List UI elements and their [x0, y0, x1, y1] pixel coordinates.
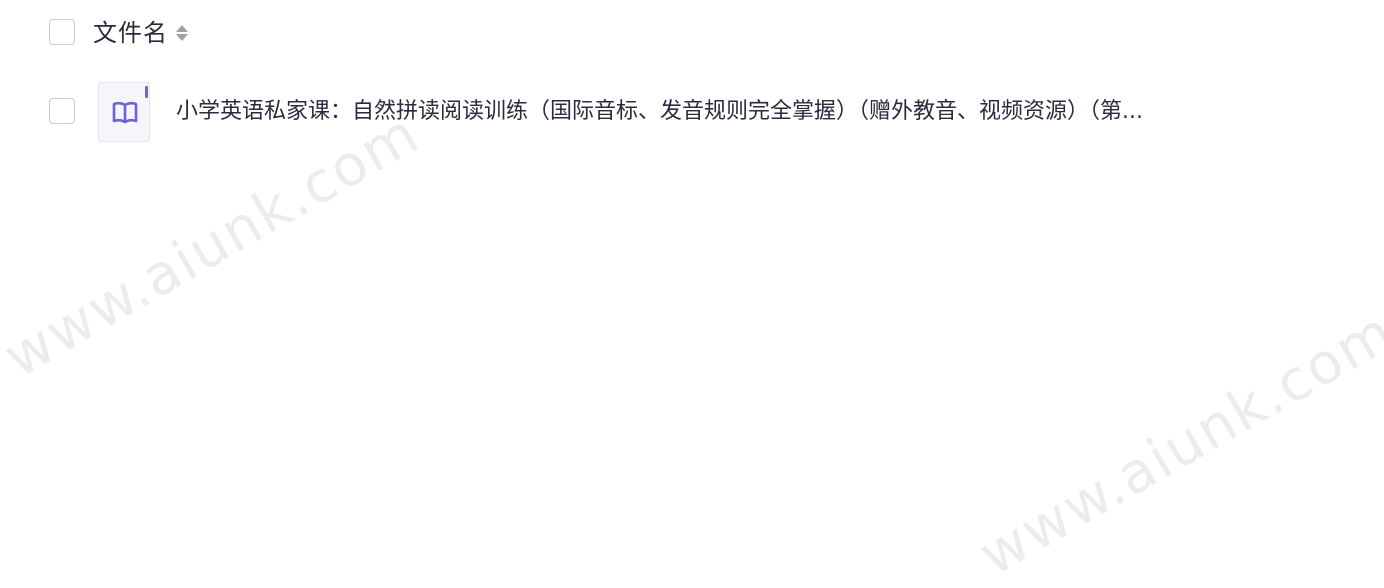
file-name-link[interactable]: 小学英语私家课：自然拼读阅读训练（国际音标、发音规则完全掌握）（赠外教音、视频资… — [176, 96, 1143, 128]
book-icon — [112, 101, 138, 124]
file-list-page: 文件名 小学英语私家课：自然拼读阅读训练（国际音标、发音规则完全掌握）（赠外教音… — [0, 0, 1384, 588]
filename-column-header[interactable]: 文件名 — [93, 14, 188, 52]
watermark: www.aiunk.com — [968, 298, 1384, 588]
file-thumbnail[interactable] — [98, 82, 150, 142]
sort-icon[interactable] — [176, 22, 188, 44]
file-corner-marker — [145, 86, 148, 98]
filename-column-label: 文件名 — [93, 19, 168, 47]
row-checkbox[interactable] — [49, 98, 75, 124]
watermark: www.aiunk.com — [0, 100, 431, 391]
select-all-checkbox[interactable] — [49, 19, 75, 45]
